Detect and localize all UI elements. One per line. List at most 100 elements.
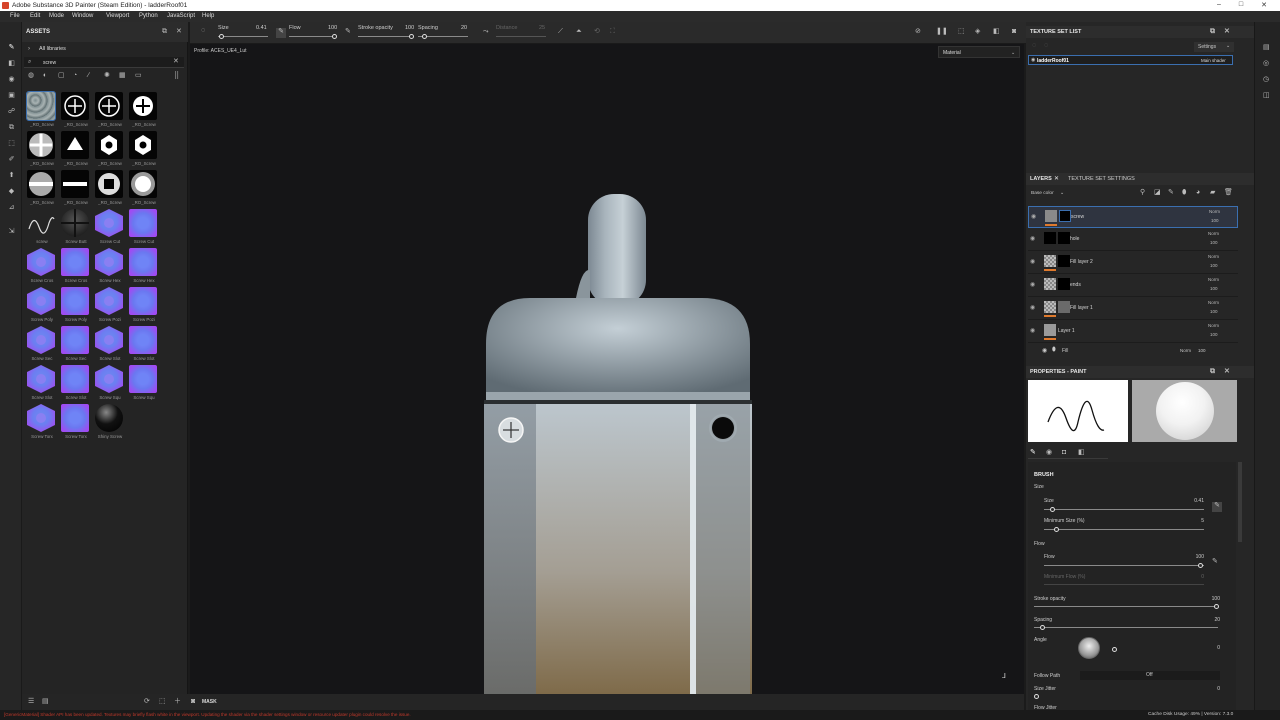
asset-tile[interactable]: Screw Slot — [25, 365, 56, 403]
search-input[interactable]: screw — [43, 60, 56, 66]
add-viewport-icon[interactable]: ＋ — [174, 698, 181, 706]
menu-viewport[interactable]: Viewport — [106, 13, 129, 19]
min-size-slider[interactable] — [1054, 527, 1059, 532]
add-folder-icon[interactable]: ▰ — [1210, 189, 1215, 197]
add-mask-icon[interactable]: ◪ — [1154, 189, 1161, 197]
sub-layer-blend[interactable]: Norm — [1180, 348, 1191, 353]
close-panel-icon[interactable]: ✕ — [1224, 368, 1230, 376]
layer-row[interactable]: ◉ Fill layer 1 Norm 100 — [1028, 298, 1238, 320]
tsl-settings-button[interactable]: Settings ⌄ — [1194, 42, 1234, 52]
spacing-slider[interactable] — [1040, 625, 1045, 630]
asset-tile[interactable]: _RO_Screw — [93, 131, 124, 169]
stroke-opacity-value[interactable]: 100 — [1190, 596, 1220, 602]
filter-grid-icon[interactable]: ▦ — [119, 72, 126, 80]
tab-layers[interactable]: LAYERS — [1030, 176, 1052, 182]
history-icon[interactable]: ◷ — [1263, 76, 1269, 84]
geometry-mask-icon[interactable]: ▣ — [8, 92, 15, 99]
stroke-opacity-slider[interactable] — [1214, 604, 1219, 609]
asset-tile[interactable]: Screw Sec — [59, 326, 90, 364]
toolbar-size-value[interactable]: 0.41 — [256, 25, 267, 31]
toolbar-size-slider[interactable] — [219, 34, 224, 39]
toolbar-flow-value[interactable]: 100 — [328, 25, 337, 31]
filter-materials-icon[interactable]: ◐ — [43, 72, 47, 80]
polygon-fill-icon[interactable]: ◆ — [8, 188, 15, 195]
maximize-button[interactable]: □ — [1229, 1, 1253, 8]
properties-scrollbar[interactable] — [1238, 462, 1242, 542]
log-icon[interactable]: ◫ — [1263, 92, 1270, 100]
asset-tile[interactable]: Screw Torx — [59, 404, 90, 442]
size-value[interactable]: 0.41 — [1174, 498, 1204, 504]
tab-texture-set-settings[interactable]: TEXTURE SET SETTINGS — [1068, 176, 1135, 182]
layer-row[interactable]: ◉ Layer 1 Norm 100 — [1028, 321, 1238, 343]
min-flow-value[interactable]: 0 — [1174, 574, 1204, 580]
brush-tab-icon[interactable]: ✎ — [1030, 449, 1036, 457]
minimize-button[interactable]: – — [1207, 1, 1231, 8]
asset-tile[interactable]: _RO_Screw — [25, 170, 56, 208]
layer-row[interactable]: ◉ screw Norm 100 — [1028, 206, 1238, 228]
asset-tile[interactable]: _RO_Screw — [25, 131, 56, 169]
color-picker-icon[interactable]: ✐ — [8, 156, 15, 163]
layer-row[interactable]: ◉ ends Norm 100 — [1028, 275, 1238, 297]
add-fill-layer-icon[interactable]: ⬮ — [1182, 189, 1186, 197]
float-panel-icon[interactable]: ⧉ — [162, 28, 167, 36]
layer-mask-thumbnail[interactable] — [1058, 278, 1070, 290]
brush-preset-icon[interactable]: ◌ — [201, 27, 205, 35]
close-panel-icon[interactable]: ✕ — [176, 28, 182, 36]
pressure-icon[interactable]: ✎ — [276, 28, 286, 38]
layer-blend-mode[interactable]: Norm — [1208, 300, 1219, 305]
layer-blend-mode[interactable]: Norm — [1208, 231, 1219, 236]
layer-blend-mode[interactable]: Norm — [1208, 254, 1219, 259]
asset-tile[interactable]: Screw Butt — [59, 209, 90, 247]
paint-brush-icon[interactable]: ✎ — [8, 44, 15, 51]
add-smart-material-icon[interactable]: ◕ — [1196, 189, 1200, 197]
display-settings-icon[interactable]: ◎ — [1263, 60, 1269, 68]
size-jitter-slider[interactable] — [1034, 694, 1039, 699]
eye-icon[interactable]: ◉ — [1030, 258, 1035, 265]
float-panel-icon[interactable]: ⧉ — [1210, 28, 1215, 36]
asset-tile[interactable]: _RO_Screw — [127, 170, 158, 208]
view-mode-icon[interactable]: ⣿ — [174, 72, 179, 80]
alpha-tab-icon[interactable]: ◉ — [1046, 449, 1052, 457]
layer-opacity[interactable]: 100 — [1210, 263, 1218, 268]
layer-opacity[interactable]: 100 — [1211, 218, 1219, 223]
material-tab-icon[interactable]: ◧ — [1078, 449, 1085, 457]
sub-layer-row[interactable]: ◉ ⬮ Fill Norm 100 — [1028, 346, 1238, 356]
layer-blend-mode[interactable]: Norm — [1209, 209, 1220, 214]
toolbar-distance-value[interactable]: 25 — [539, 25, 545, 31]
toolbar-spacing-slider[interactable] — [422, 34, 427, 39]
add-paint-layer-icon[interactable]: ✎ — [1168, 189, 1174, 197]
asset-tile[interactable]: Screw Slot — [59, 365, 90, 403]
layer-opacity[interactable]: 100 — [1210, 286, 1218, 291]
frame-icon[interactable]: ⬚ — [159, 698, 166, 706]
toolbar-stroke-slider[interactable] — [409, 34, 414, 39]
menu-javascript[interactable]: JavaScript — [167, 13, 195, 19]
eye-icon[interactable]: ◉ — [1030, 235, 1035, 242]
menu-window[interactable]: Window — [72, 13, 93, 19]
lazy-mouse-icon[interactable]: ⤳ — [483, 28, 489, 36]
asset-tile[interactable]: _RO_Screw — [59, 131, 90, 169]
eye-icon[interactable]: ◉ — [1031, 213, 1036, 220]
flow-slider[interactable] — [1198, 563, 1203, 568]
display-settings-icon[interactable]: ◧ — [993, 28, 1000, 36]
layer-mask-thumbnail[interactable] — [1058, 301, 1070, 313]
layer-blend-mode[interactable]: Norm — [1208, 277, 1219, 282]
texture-set-shader[interactable]: Main shader — [1201, 58, 1226, 63]
asset-tile[interactable]: Screw Sec — [25, 326, 56, 364]
close-tab-icon[interactable]: ✕ — [1054, 175, 1059, 182]
filter-brushes-icon[interactable]: ∕ — [88, 72, 89, 80]
size-pressure-icon[interactable]: ✎ — [1212, 502, 1222, 512]
follow-path-toggle[interactable]: Off — [1080, 671, 1220, 680]
menu-help[interactable]: Help — [202, 13, 214, 19]
asset-tile[interactable]: screw — [25, 209, 56, 247]
asset-tile[interactable]: Screw Poly — [59, 287, 90, 325]
angle-value[interactable]: 0 — [1190, 645, 1220, 651]
texture-set-list-icon[interactable]: ▤ — [1263, 44, 1270, 52]
toolbar-flow-slider[interactable] — [332, 34, 337, 39]
sub-layer-opacity[interactable]: 100 — [1198, 348, 1206, 353]
asset-tile[interactable]: Screw Pozi — [93, 287, 124, 325]
asset-tile[interactable]: _RO_Screw — [59, 92, 90, 130]
angle-slider-knob[interactable] — [1112, 647, 1117, 652]
float-panel-icon[interactable]: ⧉ — [1210, 368, 1215, 376]
asset-tile[interactable]: Screw Slot — [93, 326, 124, 364]
camera-view-icon[interactable]: ⬚ — [958, 28, 965, 36]
